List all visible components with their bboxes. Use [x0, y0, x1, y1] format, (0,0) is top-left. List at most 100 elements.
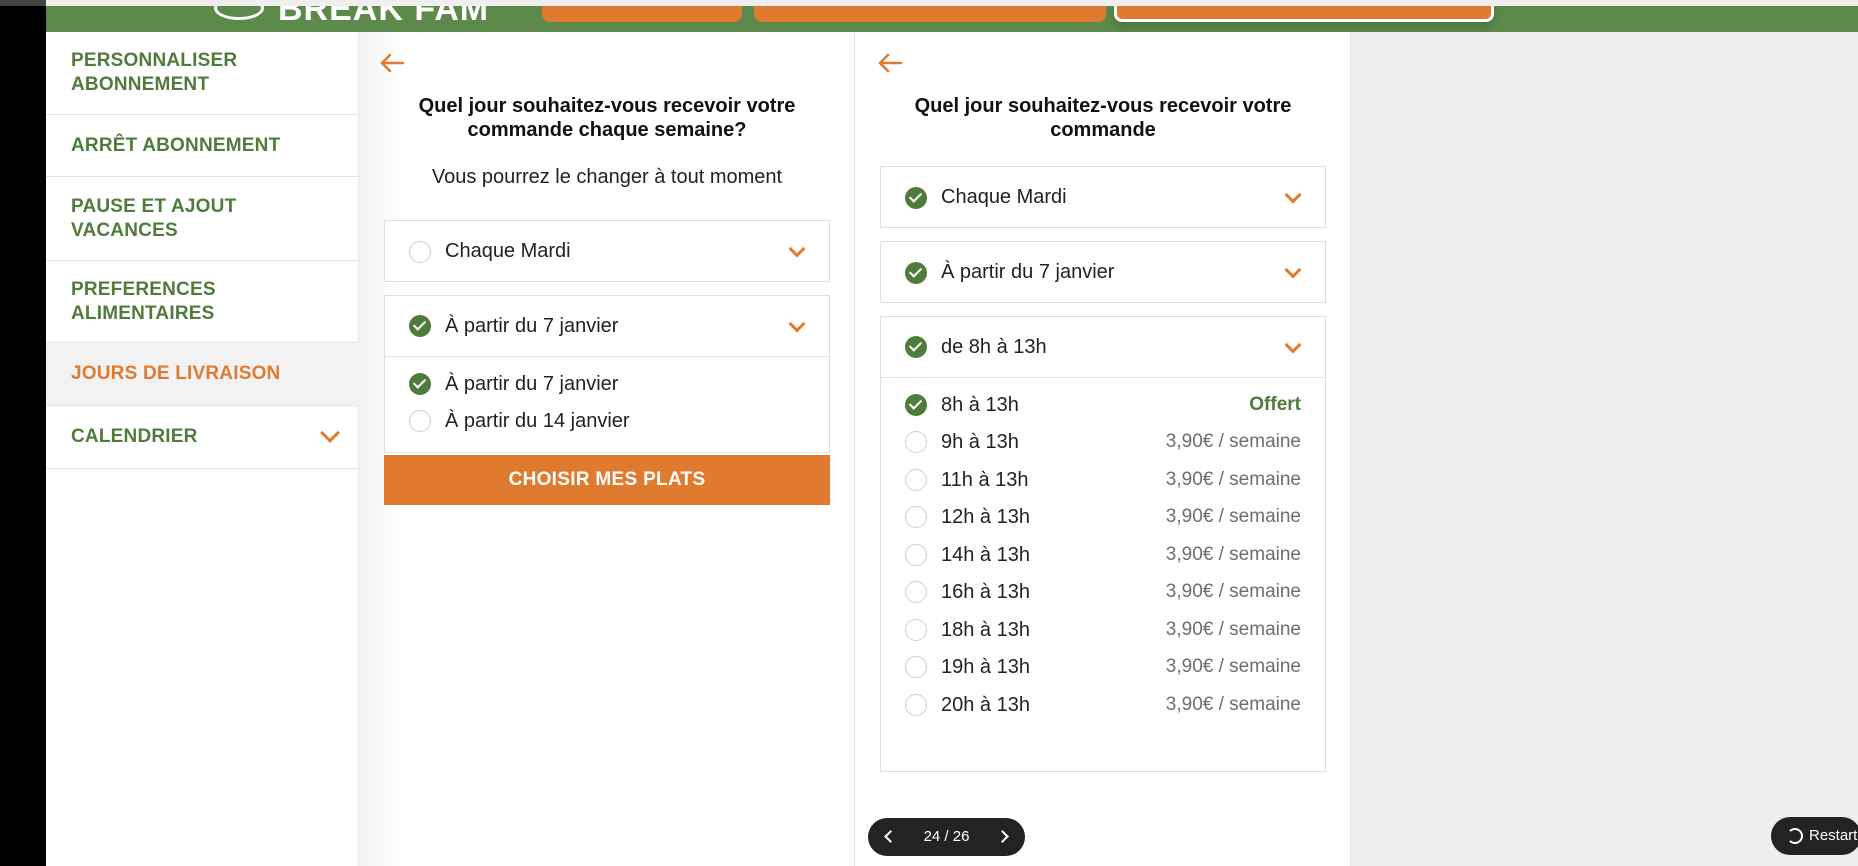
- sidebar-item-preferences[interactable]: PREFERENCES ALIMENTAIRES: [46, 261, 359, 343]
- back-arrow-icon[interactable]: [877, 50, 903, 76]
- sidebar-item-pause[interactable]: PAUSE ET AJOUT VACANCES: [46, 177, 359, 261]
- restart-label: Restart: [1809, 827, 1858, 844]
- question-title: Quel jour souhaitez-vous recevoir votre …: [418, 95, 796, 141]
- radio-unchecked-icon: [905, 544, 927, 566]
- slot-option[interactable]: 19h à 13h: [905, 652, 1030, 682]
- start-date-select-value: À partir du 7 janvier: [941, 261, 1115, 283]
- slot-price: 3,90€ / semaine: [1165, 619, 1301, 640]
- slot-option[interactable]: 16h à 13h: [905, 577, 1030, 607]
- chevron-down-icon: [788, 240, 806, 258]
- slot-label: 12h à 13h: [941, 505, 1030, 528]
- radio-unchecked-icon: [905, 506, 927, 528]
- chevron-down-icon: [1284, 186, 1302, 204]
- slot-price: 3,90€ / semaine: [1165, 581, 1301, 602]
- slot-label: 11h à 13h: [941, 468, 1029, 491]
- check-circle-icon: [905, 261, 927, 284]
- slot-option[interactable]: 12h à 13h: [905, 502, 1030, 532]
- slot-label: 18h à 13h: [941, 618, 1030, 641]
- sidebar-item-arret[interactable]: ARRÊT ABONNEMENT: [46, 115, 359, 177]
- day-select-row[interactable]: Chaque Mardi: [881, 167, 1325, 228]
- header-button-2[interactable]: [754, 6, 1106, 22]
- chevron-down-icon: [320, 423, 340, 443]
- check-circle-icon: [409, 373, 431, 395]
- option-label: À partir du 7 janvier: [445, 372, 619, 395]
- start-date-select[interactable]: À partir du 7 janvier: [880, 241, 1326, 303]
- logo-icon: [214, 6, 264, 20]
- slot-option[interactable]: 9h à 13h: [905, 427, 1019, 457]
- time-slot-select[interactable]: de 8h à 13h 8h à 13h Offert 9h à 13h 3,9…: [880, 316, 1326, 772]
- choose-dishes-button[interactable]: CHOISIR MES PLATS: [384, 455, 830, 505]
- sidebar-item-label: JOURS DE LIVRAISON: [71, 363, 281, 384]
- sidebar-item-label: CALENDRIER: [71, 426, 198, 447]
- chevron-down-icon: [1284, 336, 1302, 354]
- slot-option[interactable]: 8h à 13h: [905, 390, 1019, 420]
- slot-option[interactable]: 11h à 13h: [905, 465, 1029, 495]
- start-date-select-row[interactable]: À partir du 7 janvier: [385, 296, 829, 357]
- radio-unchecked-icon: [905, 656, 927, 678]
- delivery-panel-left: Quel jour souhaitez-vous recevoir votre …: [359, 32, 855, 866]
- check-circle-icon: [409, 315, 431, 337]
- start-date-select-row[interactable]: À partir du 7 janvier: [881, 242, 1325, 303]
- slot-label: 8h à 13h: [941, 393, 1019, 416]
- header-button-1[interactable]: [542, 6, 742, 22]
- day-select[interactable]: Chaque Mardi: [384, 220, 830, 282]
- sidebar-item-jours-livraison[interactable]: JOURS DE LIVRAISON: [46, 343, 359, 406]
- question-title: Quel jour souhaitez-vous recevoir votre …: [914, 95, 1292, 141]
- header-button-3[interactable]: [1114, 6, 1494, 22]
- slot-price: 3,90€ / semaine: [1165, 656, 1301, 677]
- back-arrow-icon[interactable]: [379, 50, 405, 76]
- start-option-1[interactable]: À partir du 7 janvier: [409, 369, 618, 399]
- chevron-down-icon: [788, 315, 806, 333]
- slot-price: 3,90€ / semaine: [1165, 544, 1301, 565]
- start-date-select[interactable]: À partir du 7 janvier À partir du 7 janv…: [384, 295, 830, 453]
- slot-label: 16h à 13h: [941, 580, 1030, 603]
- site-header: BREAK FAM: [46, 6, 1858, 32]
- radio-unchecked-icon: [409, 240, 431, 263]
- slot-option[interactable]: 20h à 13h: [905, 690, 1030, 720]
- slot-label: 19h à 13h: [941, 655, 1030, 678]
- radio-unchecked-icon: [409, 410, 431, 432]
- question-subtitle: Vous pourrez le changer à tout moment: [431, 166, 783, 188]
- slot-label: 9h à 13h: [941, 430, 1019, 453]
- site-logo[interactable]: BREAK FAM: [278, 6, 489, 29]
- empty-area: [1351, 32, 1858, 866]
- option-label: À partir du 14 janvier: [445, 409, 630, 432]
- day-select[interactable]: Chaque Mardi: [880, 166, 1326, 228]
- restart-button[interactable]: Restart: [1771, 817, 1858, 855]
- slot-option[interactable]: 18h à 13h: [905, 615, 1030, 645]
- page: BREAK FAM PERSONNALISER ABONNEMENT ARRÊT…: [46, 0, 1858, 866]
- time-slot-select-row[interactable]: de 8h à 13h: [881, 317, 1325, 378]
- start-date-select-value: À partir du 7 janvier: [445, 314, 619, 337]
- delivery-panel-right: Quel jour souhaitez-vous recevoir votre …: [855, 32, 1351, 866]
- slot-price: 3,90€ / semaine: [1165, 469, 1301, 490]
- radio-unchecked-icon: [905, 431, 927, 453]
- sidebar-item-label: PAUSE ET AJOUT VACANCES: [71, 195, 237, 241]
- restart-icon: [1787, 828, 1803, 844]
- slot-price: 3,90€ / semaine: [1165, 694, 1301, 715]
- slot-price: Offert: [1249, 394, 1301, 415]
- day-select-value: Chaque Mardi: [445, 240, 571, 262]
- radio-unchecked-icon: [905, 694, 927, 716]
- start-option-2[interactable]: À partir du 14 janvier: [409, 406, 630, 436]
- time-slot-select-value: de 8h à 13h: [941, 335, 1047, 358]
- check-circle-icon: [905, 394, 927, 416]
- sidebar-item-label: PREFERENCES ALIMENTAIRES: [71, 278, 216, 324]
- sidebar-item-label: PERSONNALISER ABONNEMENT: [71, 50, 238, 95]
- check-circle-icon: [905, 336, 927, 358]
- sidebar-item-personnaliser[interactable]: PERSONNALISER ABONNEMENT: [46, 32, 359, 115]
- sidebar-item-calendrier[interactable]: CALENDRIER: [46, 406, 359, 469]
- day-select-value: Chaque Mardi: [941, 186, 1067, 208]
- day-select-row[interactable]: Chaque Mardi: [385, 221, 829, 282]
- radio-unchecked-icon: [905, 469, 927, 491]
- slot-price: 3,90€ / semaine: [1165, 506, 1301, 527]
- slot-option[interactable]: 14h à 13h: [905, 540, 1030, 570]
- account-sidebar: PERSONNALISER ABONNEMENT ARRÊT ABONNEMEN…: [46, 32, 359, 866]
- slide-pager: 24 / 26: [868, 818, 1025, 856]
- slot-label: 20h à 13h: [941, 693, 1030, 716]
- slot-price: 3,90€ / semaine: [1165, 431, 1301, 452]
- radio-unchecked-icon: [905, 581, 927, 603]
- check-circle-icon: [905, 186, 927, 209]
- radio-unchecked-icon: [905, 619, 927, 641]
- sidebar-item-label: ARRÊT ABONNEMENT: [71, 134, 281, 156]
- chevron-down-icon: [1284, 261, 1302, 279]
